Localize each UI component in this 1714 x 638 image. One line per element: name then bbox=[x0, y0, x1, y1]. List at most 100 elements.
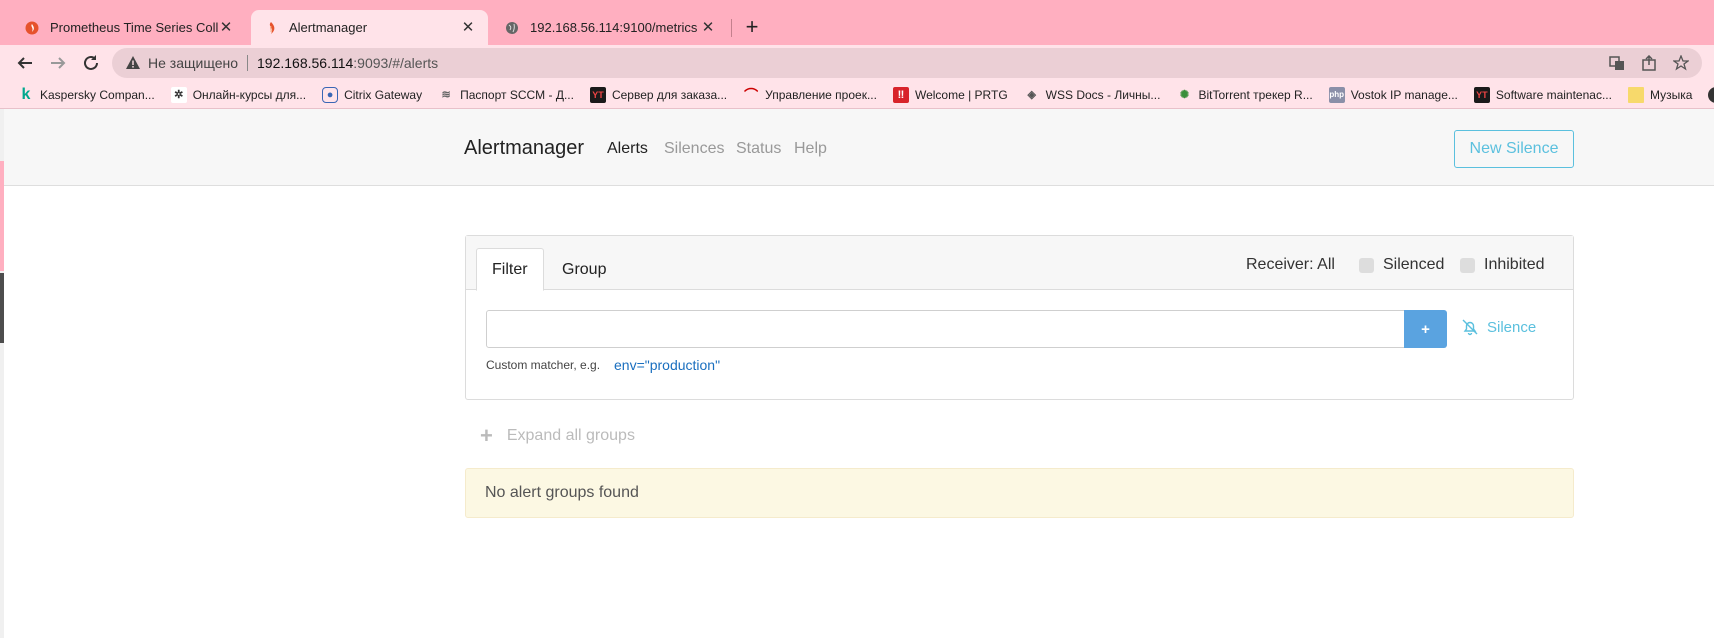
tab-separator bbox=[731, 19, 732, 37]
bookmark-label: Kaspersky Compan... bbox=[40, 87, 155, 102]
bookmark-label: BitTorrent трекер R... bbox=[1198, 87, 1313, 102]
bookmark-label: Welcome | PRTG bbox=[914, 87, 1008, 102]
tab-metrics[interactable]: 192.168.56.114:9100/metrics ✕ bbox=[492, 10, 728, 45]
bookmark-item[interactable]: ✲ Онлайн-курсы для... bbox=[170, 86, 307, 103]
checkbox-box[interactable] bbox=[1359, 257, 1374, 273]
app-navbar: Alertmanager Alerts Silences Status Help… bbox=[4, 109, 1714, 186]
browser-toolbar: Не защищено 192.168.56.114:9093/#/alerts bbox=[0, 45, 1714, 81]
empty-state-alert: No alert groups found bbox=[465, 468, 1574, 518]
yt-icon: YT bbox=[589, 86, 606, 103]
nav-help[interactable]: Help bbox=[794, 140, 827, 158]
nav-status[interactable]: Status bbox=[736, 140, 781, 158]
share-icon[interactable] bbox=[1640, 54, 1658, 72]
bookmark-item[interactable]: ≋ Паспорт SCCM - Д... bbox=[438, 87, 574, 103]
tab-alertmanager[interactable]: Alertmanager ✕ bbox=[251, 10, 488, 45]
bookmarks-bar: k Kaspersky Compan... ✲ Онлайн-курсы для..… bbox=[0, 81, 1714, 109]
new-silence-button[interactable]: New Silence bbox=[1454, 130, 1574, 168]
reload-icon bbox=[84, 55, 98, 70]
tab-title: Prometheus Time Series Collectio bbox=[50, 20, 218, 35]
citrix-icon: ● bbox=[322, 86, 339, 103]
insecure-label[interactable]: Не защищено bbox=[148, 55, 238, 71]
close-icon[interactable]: ✕ bbox=[460, 19, 476, 36]
nav-silences[interactable]: Silences bbox=[664, 140, 724, 158]
yt-icon: YT bbox=[1473, 86, 1490, 103]
bookmark-item[interactable]: ⌒ Управление проек... bbox=[743, 87, 877, 103]
tab-group[interactable]: Group bbox=[547, 248, 621, 291]
tab-title: Alertmanager bbox=[289, 20, 368, 35]
globe-icon bbox=[1708, 86, 1714, 103]
reload-button[interactable] bbox=[77, 49, 105, 77]
bookmark-item[interactable]: Музыка bbox=[1627, 86, 1693, 103]
receiver-dropdown[interactable]: Receiver: All bbox=[1246, 256, 1335, 274]
globe-icon bbox=[504, 20, 520, 36]
matcher-hint: Custom matcher, e.g. bbox=[486, 358, 601, 372]
bookmark-item[interactable]: k Kaspersky Compan... bbox=[18, 85, 155, 103]
bookmark-label: WSS Docs - Личны... bbox=[1045, 87, 1161, 102]
bookmark-item[interactable]: YT Software maintenac... bbox=[1473, 86, 1612, 103]
bookmark-label: Software maintenac... bbox=[1495, 87, 1612, 102]
tab-filter[interactable]: Filter bbox=[476, 248, 544, 291]
bookmark-item[interactable] bbox=[1708, 86, 1714, 103]
bookmark-item[interactable]: ● Citrix Gateway bbox=[322, 86, 423, 103]
course-icon: ✲ bbox=[170, 86, 187, 103]
window-edge bbox=[0, 109, 4, 638]
address-bar[interactable]: Не защищено 192.168.56.114:9093/#/alerts bbox=[112, 48, 1702, 78]
silenced-label: Silenced bbox=[1383, 256, 1445, 273]
translate-icon[interactable] bbox=[1608, 54, 1626, 72]
filter-card-header: Filter Group Receiver: All Silenced Inhi… bbox=[466, 236, 1573, 291]
filter-card: Filter Group Receiver: All Silenced Inhi… bbox=[465, 235, 1574, 400]
url-host: 192.168.56.114 bbox=[257, 55, 354, 71]
new-tab-button[interactable]: + bbox=[738, 14, 766, 42]
sccm-icon: ≋ bbox=[441, 89, 451, 101]
star-icon[interactable] bbox=[1672, 54, 1690, 72]
bookmark-label: Музыка bbox=[1649, 87, 1693, 102]
arrow-left-icon bbox=[17, 57, 32, 69]
folder-icon bbox=[1627, 86, 1644, 103]
project-icon: ⌒ bbox=[744, 86, 759, 103]
wss-icon: ◈ bbox=[1027, 89, 1036, 101]
silenced-checkbox[interactable]: Silenced bbox=[1359, 256, 1444, 274]
url-path: :9093/#/alerts bbox=[353, 55, 439, 71]
bookmark-item[interactable]: ‼ Welcome | PRTG bbox=[892, 86, 1008, 103]
bell-slash-icon bbox=[1461, 318, 1479, 336]
add-matcher-button[interactable]: + bbox=[1404, 310, 1447, 348]
expand-all-label: Expand all groups bbox=[506, 427, 635, 444]
inhibited-label: Inhibited bbox=[1484, 256, 1545, 273]
expand-all-groups[interactable]: + Expand all groups bbox=[480, 423, 635, 449]
tab-title: 192.168.56.114:9100/metrics bbox=[530, 20, 698, 35]
bookmark-label: Сервер для заказа... bbox=[611, 87, 728, 102]
kaspersky-icon: k bbox=[21, 85, 31, 103]
omnibox-divider bbox=[247, 55, 248, 71]
prtg-icon: ‼ bbox=[892, 86, 909, 103]
bookmark-item[interactable]: php Vostok IP manage... bbox=[1328, 86, 1458, 103]
close-icon[interactable]: ✕ bbox=[700, 19, 716, 36]
bittorrent-icon: ✺ bbox=[1179, 89, 1190, 101]
bookmark-label: Citrix Gateway bbox=[344, 87, 423, 102]
forward-button[interactable] bbox=[44, 49, 72, 77]
arrow-right-icon bbox=[51, 57, 66, 69]
close-icon[interactable]: ✕ bbox=[218, 19, 234, 36]
back-button[interactable] bbox=[11, 49, 39, 77]
php-icon: php bbox=[1328, 86, 1345, 103]
prometheus-flame-icon bbox=[24, 20, 40, 36]
bookmark-item[interactable]: ✺ BitTorrent трекер R... bbox=[1176, 87, 1313, 103]
warning-icon[interactable] bbox=[124, 54, 142, 72]
app-brand[interactable]: Alertmanager bbox=[464, 137, 584, 160]
bookmark-item[interactable]: YT Сервер для заказа... bbox=[589, 86, 728, 103]
inhibited-checkbox[interactable]: Inhibited bbox=[1460, 256, 1545, 274]
nav-alerts[interactable]: Alerts bbox=[607, 140, 648, 158]
bookmark-label: Онлайн-курсы для... bbox=[192, 87, 307, 102]
silence-link-label: Silence bbox=[1487, 318, 1537, 336]
matcher-example-link[interactable]: env="production" bbox=[614, 357, 720, 373]
bookmark-label: Паспорт SCCM - Д... bbox=[460, 87, 574, 102]
tab-prometheus[interactable]: Prometheus Time Series Collectio ✕ bbox=[12, 10, 246, 45]
browser-tabstrip: Prometheus Time Series Collectio ✕ Alert… bbox=[0, 0, 1714, 45]
matcher-input[interactable] bbox=[486, 310, 1405, 348]
plus-icon: + bbox=[480, 423, 493, 448]
silence-link[interactable]: Silence bbox=[1461, 318, 1536, 336]
empty-message: No alert groups found bbox=[485, 484, 639, 501]
prometheus-flame-icon bbox=[263, 20, 279, 36]
bookmark-item[interactable]: ◈ WSS Docs - Личны... bbox=[1024, 87, 1161, 103]
checkbox-box[interactable] bbox=[1460, 257, 1475, 273]
bookmark-label: Управление проек... bbox=[765, 87, 877, 102]
